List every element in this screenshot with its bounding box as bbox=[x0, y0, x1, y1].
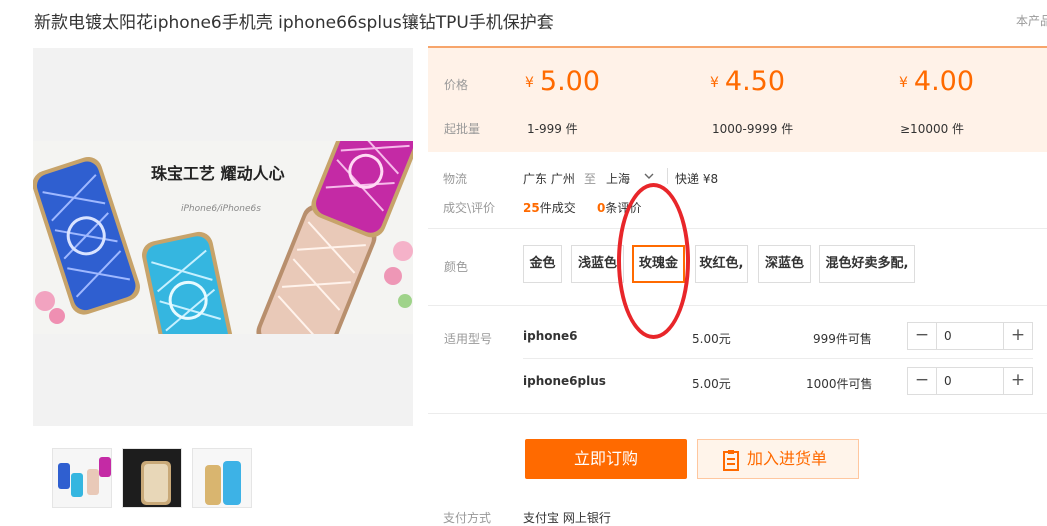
clipboard-icon bbox=[723, 450, 739, 471]
separator bbox=[428, 305, 1047, 306]
chevron-down-icon bbox=[644, 173, 654, 179]
model-name-iphone6: iphone6 bbox=[523, 329, 578, 343]
payment-methods: 支付宝 网上银行 bbox=[523, 511, 611, 525]
price-label: 价格 bbox=[444, 78, 469, 92]
separator bbox=[523, 358, 1033, 359]
minus-icon[interactable]: − bbox=[908, 368, 937, 394]
thumbnail-3[interactable] bbox=[192, 448, 252, 508]
plus-icon[interactable]: + bbox=[1003, 368, 1032, 394]
separator bbox=[428, 228, 1047, 229]
tier-range-3: ≥10000 件 bbox=[900, 122, 965, 136]
top-right-link[interactable]: 本产品 bbox=[1016, 12, 1047, 29]
minus-icon[interactable]: − bbox=[908, 323, 937, 349]
tier-range-1: 1-999 件 bbox=[527, 122, 578, 136]
quantity-input-iphone6plus[interactable]: 0 bbox=[944, 368, 952, 394]
payment-label: 支付方式 bbox=[443, 511, 492, 525]
quantity-input-iphone6[interactable]: 0 bbox=[944, 323, 952, 349]
model-stock-iphone6plus: 1000件可售 bbox=[806, 377, 873, 391]
thumbnail-1[interactable] bbox=[52, 448, 112, 508]
separator bbox=[428, 413, 1047, 414]
logistics-from: 广东 广州 bbox=[523, 172, 575, 186]
quantity-stepper-iphone6: − 0 + bbox=[907, 322, 1033, 350]
model-name-iphone6plus: iphone6plus bbox=[523, 374, 606, 388]
quantity-stepper-iphone6plus: − 0 + bbox=[907, 367, 1033, 395]
logistics-to-word: 至 bbox=[584, 172, 597, 186]
order-now-button[interactable]: 立即订购 bbox=[525, 439, 687, 479]
add-to-purchase-list-button[interactable]: 加入进货单 bbox=[697, 439, 859, 479]
divider bbox=[667, 168, 668, 184]
logistics-label: 物流 bbox=[443, 172, 468, 186]
model-stock-iphone6: 999件可售 bbox=[813, 332, 872, 346]
banner-slogan: 珠宝工艺 耀动人心 bbox=[151, 164, 285, 183]
model-label: 适用型号 bbox=[444, 332, 493, 346]
product-title: 新款电镀太阳花iphone6手机壳 iphone66splus镶钻TPU手机保护… bbox=[34, 13, 554, 33]
thumbnail-2[interactable] bbox=[122, 448, 182, 508]
model-price-iphone6: 5.00元 bbox=[692, 332, 731, 346]
color-label: 颜色 bbox=[444, 260, 469, 274]
moq-label: 起批量 bbox=[444, 122, 481, 136]
color-option-rose-red[interactable]: 玫红色, bbox=[695, 245, 748, 283]
color-option-light-blue[interactable]: 浅蓝色 bbox=[571, 245, 624, 283]
tier-range-2: 1000-9999 件 bbox=[712, 122, 794, 136]
shipping-fee: 快递 ¥8 bbox=[675, 172, 719, 186]
destination-select[interactable]: 上海 bbox=[604, 166, 660, 186]
deals-label: 成交\评价 bbox=[443, 201, 496, 215]
review-count-link[interactable]: 0条评价 bbox=[597, 199, 641, 216]
add-to-list-label: 加入进货单 bbox=[747, 449, 828, 468]
price-tier-2: ¥4.50 bbox=[710, 66, 786, 97]
price-tier-1: ¥5.00 bbox=[525, 66, 601, 97]
color-option-dark-blue[interactable]: 深蓝色 bbox=[758, 245, 811, 283]
color-option-gold[interactable]: 金色 bbox=[523, 245, 562, 283]
color-option-rose-gold[interactable]: 玫瑰金 bbox=[632, 245, 685, 283]
plus-icon[interactable]: + bbox=[1003, 323, 1032, 349]
sold-count-link[interactable]: 25件成交 bbox=[523, 199, 576, 216]
model-price-iphone6plus: 5.00元 bbox=[692, 377, 731, 391]
destination-value: 上海 bbox=[606, 172, 631, 186]
price-tier-3: ¥4.00 bbox=[899, 66, 975, 97]
color-option-mixed[interactable]: 混色好卖多配, bbox=[819, 245, 915, 283]
banner-subtitle: iPhone6/iPhone6s bbox=[181, 204, 261, 214]
